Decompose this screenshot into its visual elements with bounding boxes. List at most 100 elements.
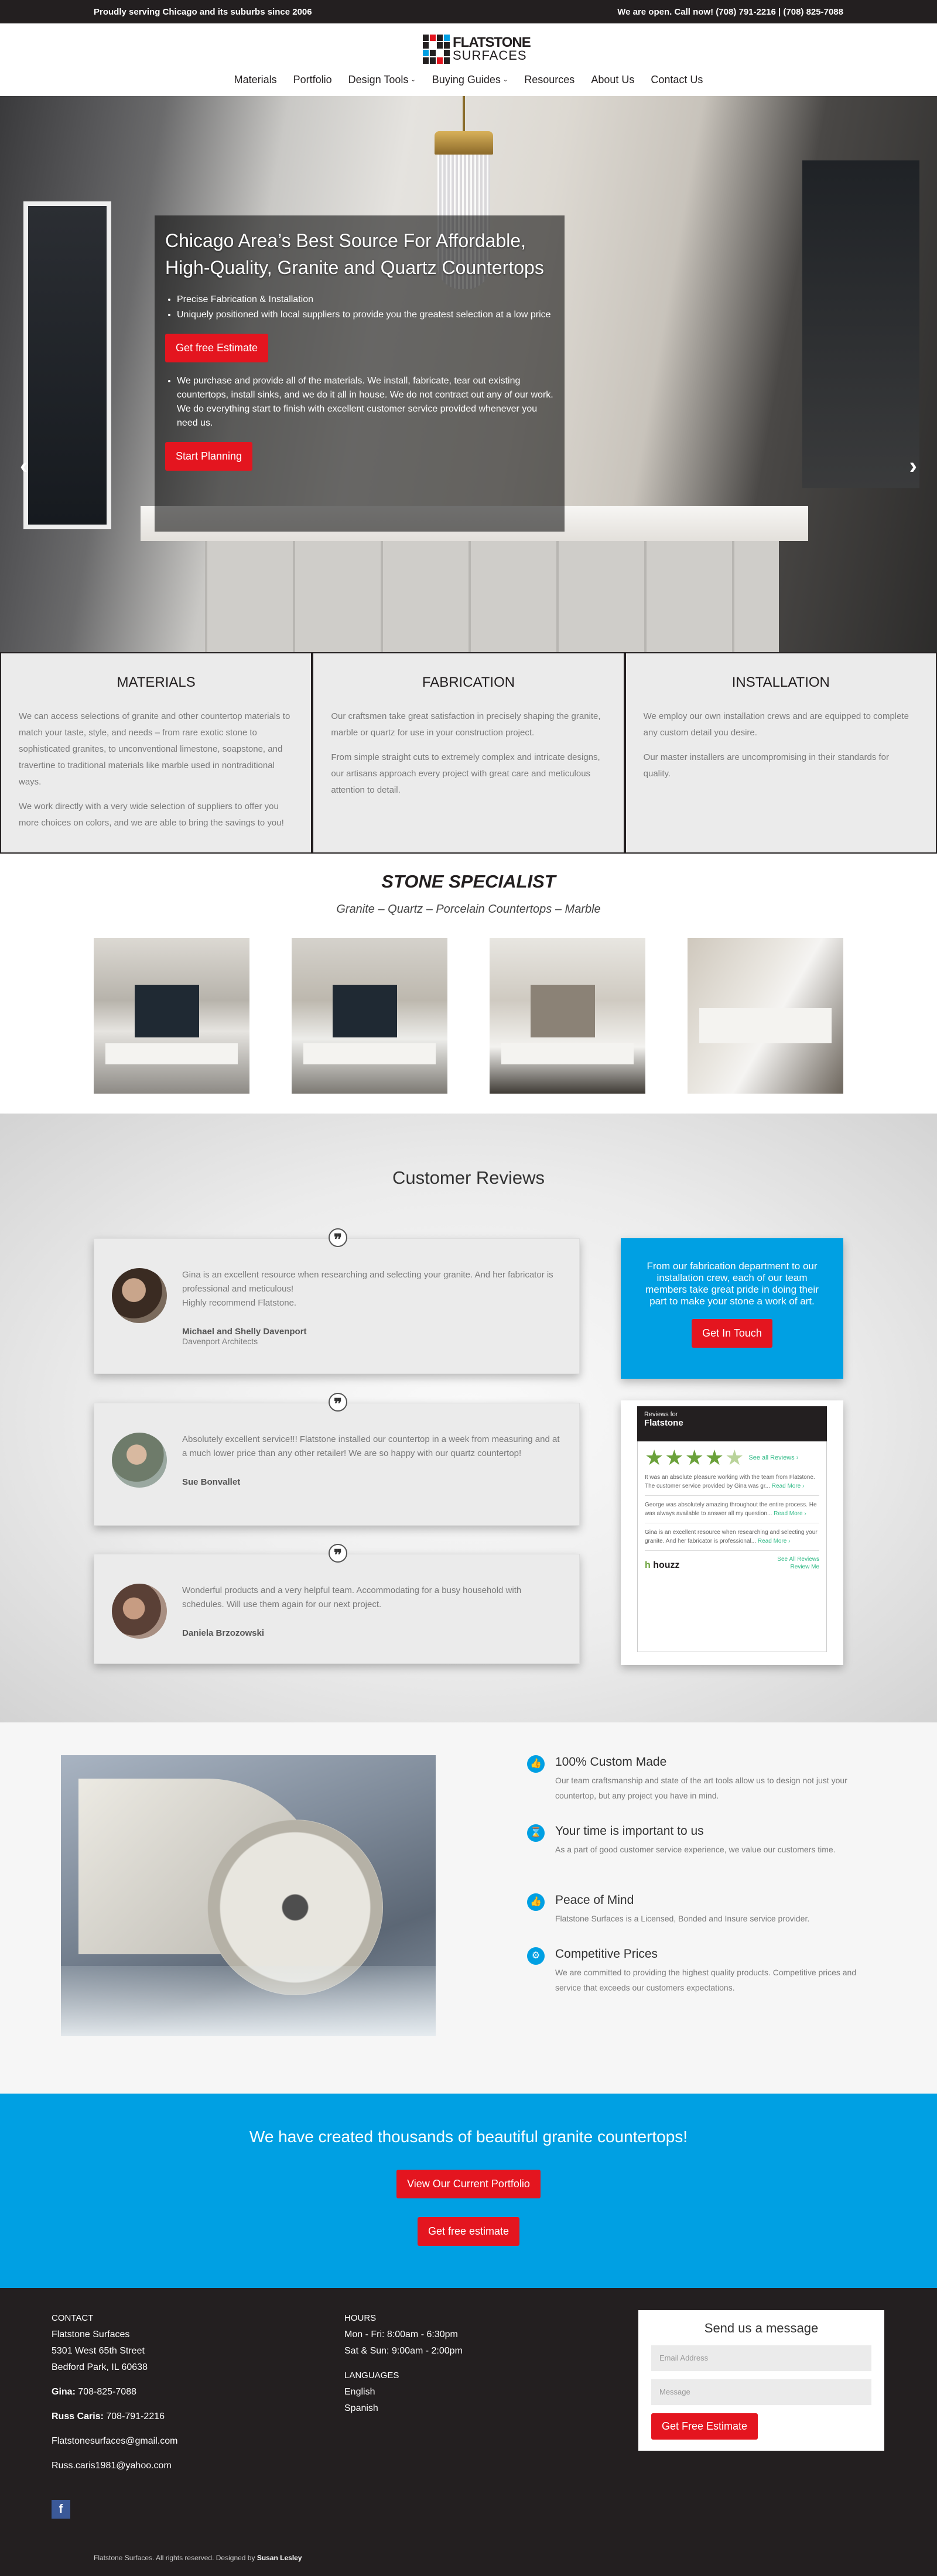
cta-title: We have created thousands of beautiful g… [249, 2128, 688, 2146]
quote-icon: ❞ [329, 1228, 347, 1248]
reviewer-name: Daniela Brzozowski [182, 1628, 265, 1638]
gear-icon: ⚙ [527, 1947, 545, 1965]
tagline: Proudly serving Chicago and its suburbs … [94, 6, 312, 17]
footer-heading: CONTACT [52, 2313, 94, 2323]
hours-line: Mon - Fri: 8:00am - 6:30pm [344, 2330, 458, 2339]
reviewer-name: Michael and Shelly Davenport [182, 1327, 307, 1337]
service-title: FABRICATION [422, 674, 515, 690]
section-title: STONE SPECIALIST [381, 871, 556, 892]
nav-design-tools[interactable]: Design Tools ⌄ [340, 74, 424, 86]
top-bar: Proudly serving Chicago and its suburbs … [0, 0, 937, 23]
service-text: Our master installers are uncompromising… [643, 752, 889, 779]
review-text: Wonderful products and a very helpful te… [182, 1585, 522, 1609]
hero-bullets-2: We purchase and provide all of the mater… [177, 374, 554, 430]
language: Spanish [344, 2403, 378, 2413]
nav-about-us[interactable]: About Us [583, 74, 642, 86]
gallery-photo[interactable] [490, 938, 645, 1094]
review-card: ❞ Wonderful products and a very helpful … [94, 1544, 580, 1664]
houzz-h-icon: h [645, 1560, 651, 1570]
get-in-touch-panel: From our fabrication department to our i… [621, 1238, 843, 1379]
view-portfolio-button[interactable]: View Our Current Portfolio [396, 2170, 541, 2198]
avatar [112, 1268, 167, 1323]
panel-text: From our fabrication department to our i… [645, 1260, 819, 1307]
hero-cabinet [205, 541, 779, 652]
russ-phone[interactable]: Russ Caris: 708-791-2216 [52, 2409, 177, 2425]
chevron-down-icon: ⌄ [411, 77, 416, 83]
hero-caption: Chicago Area’s Best Source For Affordabl… [155, 215, 565, 532]
slider-next-arrow-icon[interactable]: › [909, 453, 917, 479]
avatar [112, 1433, 167, 1488]
review-me-link[interactable]: Review Me [777, 1563, 819, 1571]
hero-bullet: We purchase and provide all of the mater… [177, 374, 554, 430]
saw-cutting-image [61, 1755, 436, 2036]
language: English [344, 2387, 375, 2397]
message-field[interactable]: Message [651, 2379, 871, 2405]
hero-slider: Chicago Area’s Best Source For Affordabl… [0, 96, 937, 652]
read-more-link[interactable]: Read More › [774, 1510, 806, 1517]
thumbs-up-icon: 👍 [527, 1755, 545, 1773]
hero-start-planning-button[interactable]: Start Planning [165, 442, 253, 471]
reviewer-org: Davenport Architects [182, 1337, 258, 1346]
see-all-reviews-link[interactable]: See all Reviews › [748, 1454, 798, 1462]
designer-link[interactable]: Susan Lesley [257, 2554, 302, 2562]
form-title: Send us a message [704, 2321, 819, 2335]
quote-icon: ❞ [329, 1544, 347, 1564]
company-name: Flatstone Surfaces [52, 2330, 130, 2339]
service-text: We can access selections of granite and … [19, 711, 290, 787]
customer-reviews: Customer Reviews ❞ Gina is an excellent … [0, 1114, 937, 1722]
hero-title: Chicago Area’s Best Source For Affordabl… [165, 230, 544, 278]
houzz-review: Gina is an excellent resource when resea… [645, 1523, 819, 1551]
submit-estimate-button[interactable]: Get Free Estimate [651, 2413, 758, 2440]
feature-text: We are committed to providing the highes… [555, 1968, 857, 1992]
contact-phone: 708-791-2216 [106, 2411, 165, 2421]
nav-buying-guides-label: Buying Guides [432, 74, 501, 85]
star-icon: ★ [665, 1445, 684, 1469]
phone-numbers[interactable]: We are open. Call now! (708) 791-2216 | … [617, 7, 843, 17]
street-address: 5301 West 65th Street [52, 2346, 145, 2356]
nav-materials[interactable]: Materials [226, 74, 285, 86]
email-link[interactable]: Russ.caris1981@yahoo.com [52, 2458, 177, 2474]
facebook-icon[interactable]: f [52, 2500, 70, 2519]
gallery-photo[interactable] [292, 938, 447, 1094]
gina-phone[interactable]: Gina: 708-825-7088 [52, 2384, 177, 2400]
houzz-brand-text: houzz [653, 1560, 680, 1570]
slider-prev-arrow-icon[interactable]: ‹ [20, 453, 28, 479]
hero-window-right [802, 160, 919, 488]
contact-label: Russ Caris: [52, 2411, 104, 2421]
houzz-review: It was an absolute pleasure working with… [645, 1468, 819, 1496]
feature-item: ⚙ Competitive Prices We are committed to… [527, 1947, 861, 1995]
feature-text: Flatstone Surfaces is a Licensed, Bonded… [555, 1914, 810, 1923]
service-text: We employ our own installation crews and… [643, 711, 909, 738]
contact-form: Send us a message Email Address Message … [638, 2310, 884, 2451]
email-link[interactable]: Flatstonesurfaces@gmail.com [52, 2433, 177, 2450]
copyright: Flatstone Surfaces. All rights reserved.… [94, 2554, 302, 2562]
logo[interactable]: FLATSTONE SURFACES [422, 33, 531, 66]
star-rating: ★ ★ ★ ★ ★ See all Reviews › [645, 1447, 819, 1468]
avatar [112, 1584, 167, 1639]
feature-title: Peace of Mind [555, 1893, 634, 1907]
half-star-icon: ★ [725, 1445, 744, 1469]
contact-phone: 708-825-7088 [78, 2387, 136, 2397]
gallery-photo[interactable] [94, 938, 249, 1094]
feature-item: 👍 100% Custom Made Our team craftsmanshi… [527, 1755, 861, 1803]
read-more-link[interactable]: Read More › [758, 1538, 791, 1544]
nav-contact-us[interactable]: Contact Us [642, 74, 711, 86]
site-header: FLATSTONE SURFACES Materials Portfolio D… [0, 23, 937, 96]
nav-buying-guides[interactable]: Buying Guides ⌄ [424, 74, 516, 86]
see-all-reviews-link[interactable]: See All Reviews [777, 1556, 819, 1563]
review-text: Absolutely excellent service!!! Flatston… [182, 1434, 560, 1458]
nav-resources[interactable]: Resources [516, 74, 583, 86]
houzz-widget: Reviews for Flatstone ★ ★ ★ ★ ★ See all Revi… [621, 1400, 843, 1665]
get-estimate-button[interactable]: Get free estimate [417, 2217, 520, 2246]
houzz-logo[interactable]: h houzz [645, 1560, 680, 1571]
nav-portfolio[interactable]: Portfolio [285, 74, 340, 86]
get-in-touch-button[interactable]: Get In Touch [692, 1319, 772, 1348]
email-field[interactable]: Email Address [651, 2345, 871, 2371]
quote-icon: ❞ [329, 1393, 347, 1413]
read-more-link[interactable]: Read More › [772, 1483, 805, 1489]
chevron-down-icon: ⌄ [502, 77, 508, 83]
houzz-subtitle: Reviews for [644, 1411, 678, 1418]
hero-estimate-button[interactable]: Get free Estimate [165, 334, 269, 362]
star-icon: ★ [685, 1445, 704, 1469]
gallery-photo[interactable] [688, 938, 843, 1094]
